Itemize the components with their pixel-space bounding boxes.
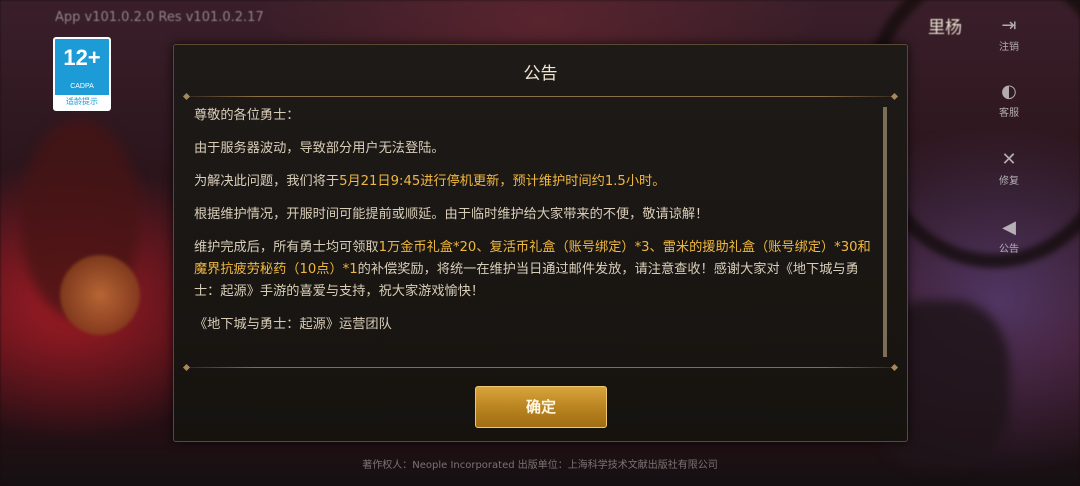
footer-divider	[186, 367, 895, 368]
side-item-support[interactable]: ◐ 客服	[978, 80, 1040, 130]
signature: 《地下城与勇士：起源》运营团队	[194, 317, 392, 332]
title-divider	[186, 96, 895, 97]
greeting: 尊敬的各位勇士：	[194, 108, 300, 123]
paragraph-4-text: 维护完成后，所有勇士均可领取	[194, 240, 379, 255]
announcement-icon: ◀	[1002, 217, 1016, 238]
paragraph-3: 根据维护情况，开服时间可能提前或顺延。由于临时维护给大家带来的不便，敬请谅解！	[194, 207, 709, 222]
logout-icon: ⇥	[1001, 15, 1017, 36]
paragraph-1: 由于服务器波动，导致部分用户无法登陆。	[194, 141, 445, 156]
side-item-label: 公告	[999, 244, 1019, 255]
paragraph-4: 维护完成后，所有勇士均可领取1万金币礼盒*20、复活币礼盒（账号绑定）*3、雷米…	[194, 237, 874, 303]
scrollbar-thumb[interactable]	[883, 107, 887, 357]
version-label: App v101.0.2.0 Res v101.0.2.17	[55, 10, 264, 25]
copyright-footer: 著作权人：Neople Incorporated 出版单位：上海科学技术文献出版…	[362, 460, 718, 471]
username-label: 里杨	[928, 18, 962, 38]
support-icon: ◐	[1001, 81, 1017, 102]
content-scrollbar[interactable]	[883, 107, 887, 357]
side-item-label: 修复	[999, 176, 1019, 187]
side-item-label: 注销	[999, 42, 1019, 53]
repair-icon: ✕	[1001, 149, 1017, 170]
side-item-label: 客服	[999, 108, 1019, 119]
side-item-logout[interactable]: ⇥ 注销	[978, 14, 1040, 64]
maintenance-time-highlight: 5月21日9:45进行停机更新，预计维护时间约1.5小时。	[339, 174, 666, 189]
age-rating-org: CADPA	[70, 83, 94, 90]
side-menu: ⇥ 注销 ◐ 客服 ✕ 修复 ◀ 公告	[978, 0, 1040, 486]
announcement-dialog: 公告 尊敬的各位勇士： 由于服务器波动，导致部分用户无法登陆。 为解决此问题，我…	[173, 44, 908, 442]
age-rating-number: 12+	[63, 45, 101, 70]
age-rating-tip: 适龄提示	[55, 95, 109, 109]
announcement-content[interactable]: 尊敬的各位勇士： 由于服务器波动，导致部分用户无法登陆。 为解决此问题，我们将于…	[194, 105, 874, 357]
age-rating-badge: 12+ CADPA 适龄提示	[53, 37, 111, 111]
paragraph-2: 为解决此问题，我们将于5月21日9:45进行停机更新，预计维护时间约1.5小时。	[194, 171, 874, 193]
paragraph-2-text: 为解决此问题，我们将于	[194, 174, 340, 189]
dialog-title: 公告	[523, 64, 558, 84]
side-item-repair[interactable]: ✕ 修复	[978, 148, 1040, 198]
confirm-button[interactable]: 确定	[475, 386, 607, 428]
side-item-announcement[interactable]: ◀ 公告	[978, 216, 1040, 266]
